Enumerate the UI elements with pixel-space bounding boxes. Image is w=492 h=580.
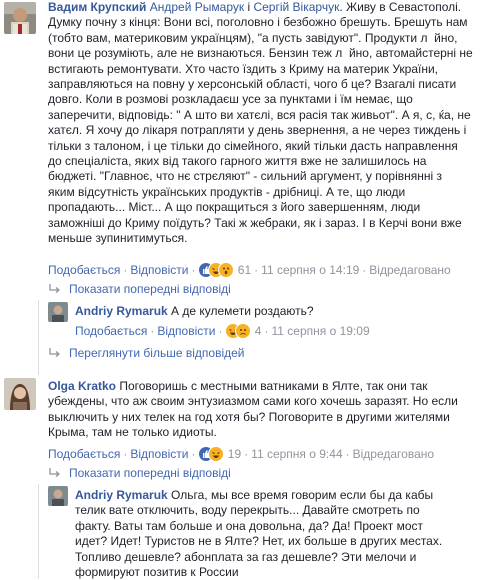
reply-text-line: Ольга, мы все время говорим если бы да к…: [167, 488, 434, 502]
like-button[interactable]: Подобається: [48, 447, 120, 461]
comment-text-line: (тобто вам, материковим українцям), "а п…: [48, 30, 458, 45]
edited-label[interactable]: Відредаговано: [353, 447, 434, 461]
comment-actions: Подобається · Відповісти · 61 · 11 серпня о 1…: [48, 262, 451, 278]
comment-text-line: Думку почну з кінця: Вони всі, поголовно…: [48, 15, 468, 30]
mention-link[interactable]: Сергій Вікарчук: [253, 0, 339, 14]
reply-text: А де кулемети роздають?: [167, 304, 314, 318]
haha-reaction-icon: [208, 446, 225, 462]
sad-reaction-icon: [235, 323, 252, 339]
like-button[interactable]: Подобається: [75, 324, 147, 338]
reply-arrow-icon: [49, 284, 61, 293]
separator: ·: [244, 447, 249, 461]
comment-text-line: Крыма, там не только идиоты.: [48, 425, 217, 440]
reactions-summary[interactable]: [198, 446, 225, 462]
reply-text-line: телик вате отключить, воду перекрыть... …: [75, 503, 420, 518]
comment-text-line: яким відсутність українських продуктів -…: [48, 184, 406, 199]
separator: ·: [191, 263, 196, 277]
separator: ·: [345, 447, 350, 461]
avatar[interactable]: [48, 486, 68, 506]
reply-arrow-icon: [49, 468, 61, 477]
comment-author-link[interactable]: Вадим Крупский: [48, 0, 146, 14]
reply-actions: Подобається · Відповісти · 4 · 11 серпня о 19…: [75, 323, 370, 339]
show-previous-replies-label[interactable]: Показати попередні відповіді: [69, 466, 231, 480]
comment-text-line: до спеціаліста, яких від такого гарного …: [48, 154, 427, 169]
avatar[interactable]: [48, 302, 68, 322]
comment-timestamp[interactable]: 11 серпня о 9:44: [251, 447, 342, 461]
edited-label[interactable]: Відредаговано: [369, 263, 450, 277]
reactions-summary[interactable]: [225, 323, 252, 339]
reply-arrow-icon: [49, 348, 61, 357]
separator: ·: [218, 324, 223, 338]
comment-actions: Подобається · Відповісти · 19 · 11 серпня о 9…: [48, 446, 434, 462]
reply-text-line: идет? Идет! Туристов не в Ялте? Нет, их …: [75, 534, 443, 549]
reactions-count[interactable]: 61: [238, 263, 251, 277]
comment-text-line: вони це розуміють, але не визнаються. Бе…: [48, 46, 473, 61]
comment-timestamp[interactable]: 11 серпня о 14:19: [261, 263, 359, 277]
comment-text-line: меньше зупинитимуться.: [48, 231, 188, 246]
comment-author-link[interactable]: Olga Kratko: [48, 379, 116, 393]
reply-text-line: факту. Ваты там больше и она довольна, д…: [75, 518, 424, 533]
comment-text-line: довго. Коли в розмові розкладаєш усе за …: [48, 92, 413, 107]
reply-body: Andriy Rymaruk А де кулемети роздають?: [75, 304, 485, 319]
separator: ·: [254, 263, 259, 277]
avatar[interactable]: [4, 2, 36, 34]
comment-body: Olga Kratko Поговоришь с местными ватник…: [48, 379, 488, 441]
mention-link[interactable]: Андрей Рымарук: [150, 0, 244, 14]
separator: ·: [150, 324, 155, 338]
separator: ·: [123, 263, 128, 277]
separator: ·: [123, 447, 128, 461]
comment-text-line: заправляються на повну у херсонській обл…: [48, 77, 457, 92]
comment-text-line: заможніші до Криму поїдуть? Такі ж жебра…: [48, 215, 462, 230]
separator: ·: [362, 263, 367, 277]
reactions-count[interactable]: 19: [228, 447, 241, 461]
reactions-count[interactable]: 4: [255, 324, 262, 338]
thread-line: [38, 300, 39, 375]
comment-text-line: . Живу в Севастополі.: [339, 0, 462, 14]
comment-text-line: убеждены, что аж своим энтузиазмом сами …: [48, 394, 458, 409]
comment-text-line: Поговоришь с местными ватниками в Ялте, …: [116, 379, 428, 393]
thread-line: [38, 484, 39, 579]
reply-text-line: Топливо дешевле? абонплата за газ дешевл…: [75, 549, 417, 564]
comment-text-line: встигають ремонтувати. Хто часто їздить …: [48, 61, 439, 76]
show-previous-replies[interactable]: Показати попередні відповіді: [48, 466, 231, 480]
comment-text-line: тільки з талоном, і це тільки до сімейно…: [48, 138, 458, 153]
comment-author-link[interactable]: Andriy Rymaruk: [75, 304, 168, 318]
reply-text-line: формируют позитив к России: [75, 565, 239, 580]
reply-button[interactable]: Відповісти: [130, 263, 188, 277]
comment-timestamp[interactable]: 11 серпня о 19:09: [271, 324, 369, 338]
like-button[interactable]: Подобається: [48, 263, 120, 277]
comment-text-line: хатєл. Я хочу до лікаря потрапляти у ден…: [48, 123, 467, 138]
comment-text-line: заперечити, відповідь: " А што ви хатєлі…: [48, 107, 471, 122]
view-more-replies[interactable]: Переглянути більше відповідей: [48, 346, 244, 360]
show-previous-replies-label[interactable]: Показати попередні відповіді: [69, 282, 231, 296]
separator: ·: [264, 324, 269, 338]
separator: ·: [191, 447, 196, 461]
comment-text-line: пропадають... Міст... А що покращиться з…: [48, 200, 421, 215]
comment-author-link[interactable]: Andriy Rymaruk: [75, 488, 168, 502]
avatar[interactable]: [4, 378, 36, 410]
show-previous-replies[interactable]: Показати попередні відповіді: [48, 282, 231, 296]
reactions-summary[interactable]: [198, 262, 235, 278]
reply-button[interactable]: Відповісти: [130, 447, 188, 461]
comment-body: Вадим Крупский Андрей Рымарук і Сергій В…: [48, 0, 488, 247]
reply-body: Andriy Rymaruk Ольга, мы все время говор…: [75, 488, 487, 580]
comment-text-line: бюджеті. "Главноє, что нє стрєляют" - си…: [48, 169, 443, 184]
wow-reaction-icon: [218, 262, 235, 278]
view-more-replies-label[interactable]: Переглянути більше відповідей: [69, 346, 244, 360]
comment-text-line: выключить у них телек на год хотя бы? По…: [48, 409, 450, 424]
reply-button[interactable]: Відповісти: [157, 324, 215, 338]
